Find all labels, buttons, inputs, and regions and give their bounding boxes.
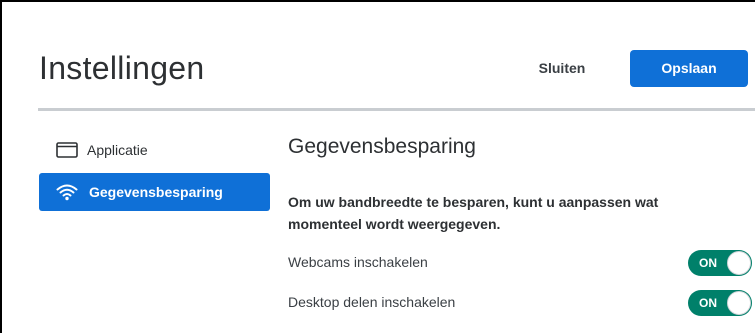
section-title: Gegevensbesparing [288,135,476,158]
toggle-state-label: ON [699,256,717,270]
sidebar-item-gegevensbesparing[interactable]: Gegevensbesparing [39,173,270,211]
toggle-knob [727,251,751,275]
desktop-sharing-label: Desktop delen inschakelen [288,294,456,310]
header-divider [38,108,755,111]
toggle-state-label: ON [699,296,717,310]
close-button[interactable]: Sluiten [522,54,602,82]
webcams-toggle[interactable]: ON [688,250,752,276]
desktop-sharing-toggle[interactable]: ON [688,290,752,316]
modal-title: Instellingen [39,50,205,86]
sidebar-item-label: Gegevensbesparing [89,184,223,200]
sidebar-item-label: Applicatie [87,142,148,158]
window-icon [56,142,78,158]
webcams-label: Webcams inschakelen [288,254,428,270]
toggle-knob [727,291,751,315]
sidebar-item-applicatie[interactable]: Applicatie [39,131,270,169]
save-button[interactable]: Opslaan [630,50,748,87]
section-description: Om uw bandbreedte te besparen, kunt u aa… [288,194,659,232]
settings-modal: Instellingen Sluiten Opslaan Applicatie … [0,0,755,333]
wifi-icon [56,183,78,201]
